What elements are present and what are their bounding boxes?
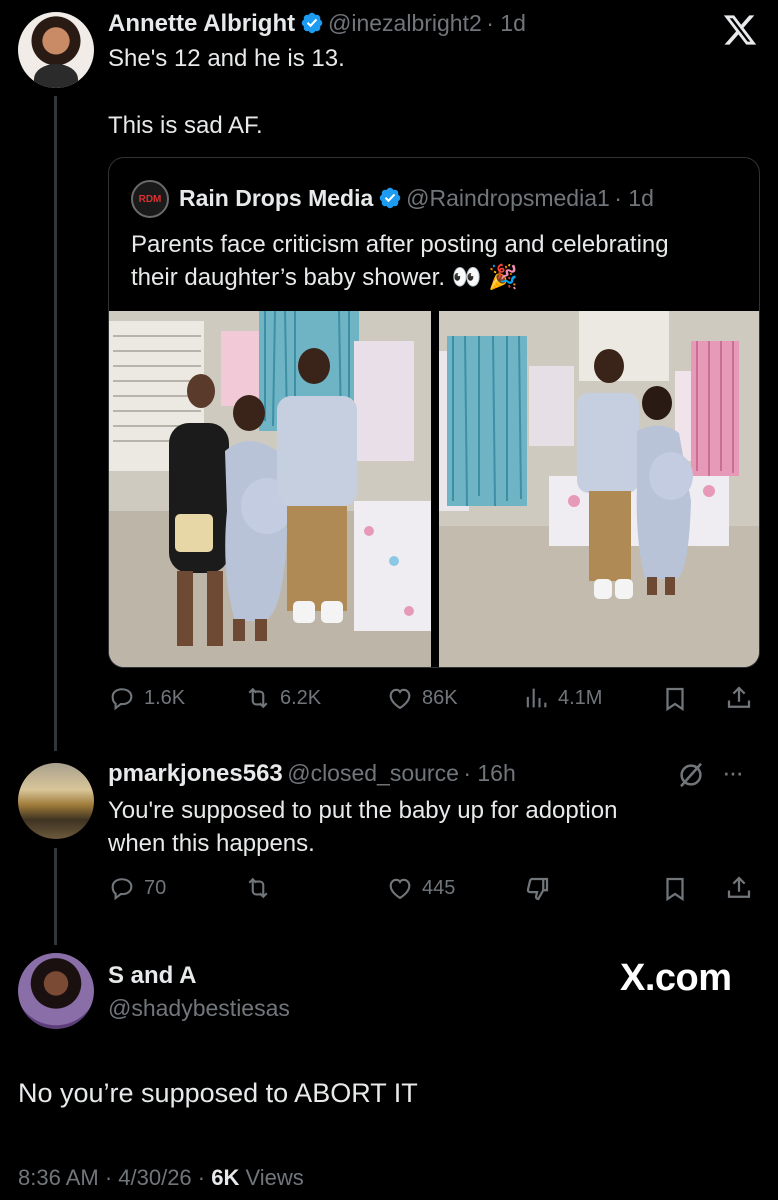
verified-badge-icon [301, 12, 322, 34]
views-stat[interactable]: 4.1M [522, 684, 602, 712]
bookmark-icon[interactable] [660, 684, 690, 714]
tweet3-text: No you’re supposed to ABORT IT [18, 1078, 418, 1108]
thread-line [54, 848, 57, 945]
quoted-tweet-card[interactable]: RDM Rain Drops Media @Raindropsmedia1 · … [108, 157, 760, 668]
like-stat[interactable]: 445 [386, 874, 455, 902]
quote-header: Rain Drops Media @Raindropsmedia1 · 1d [179, 185, 654, 212]
grok-icon[interactable] [676, 760, 706, 790]
author-name[interactable]: pmarkjones563 [108, 760, 283, 787]
dislike-icon[interactable] [522, 874, 552, 904]
timestamp[interactable]: 8:36 AM · 4/30/26 · [18, 1165, 211, 1190]
avatar-shadybesties[interactable] [18, 953, 94, 1029]
tweet1-header: Annette Albright @inezalbright2 · 1d [108, 10, 526, 38]
quote-text-line1: Parents face criticism after posting and… [131, 231, 669, 258]
tweet1-line1: She's 12 and he is 13. [108, 45, 345, 72]
views-count: 6K [211, 1165, 240, 1190]
author-handle[interactable]: @inezalbright2 [328, 10, 482, 36]
like-count: 86K [422, 686, 458, 709]
bookmark-icon[interactable] [660, 874, 690, 904]
quote-avatar[interactable]: RDM [131, 180, 169, 218]
author-name[interactable]: Annette Albright [108, 10, 295, 37]
quote-time[interactable]: · 1d [614, 185, 654, 211]
reply-stat[interactable]: 1.6K [108, 684, 185, 712]
author-name[interactable]: S and A [108, 962, 196, 990]
quote-photo-2[interactable] [439, 311, 759, 667]
thread-line [54, 96, 57, 751]
reply-icon [111, 688, 133, 711]
like-icon [389, 688, 411, 710]
reply-count: 70 [144, 876, 167, 899]
repost-stat[interactable] [244, 874, 272, 902]
tweet2-line2: when this happens. [108, 830, 315, 857]
tweet3-meta: 8:36 AM · 4/30/26 · 6K Views [18, 1165, 304, 1191]
share-icon[interactable] [724, 683, 754, 713]
like-stat[interactable]: 86K [386, 684, 458, 712]
views-label: Views [245, 1165, 304, 1190]
like-count: 445 [422, 876, 456, 899]
repost-icon [248, 877, 268, 899]
x-com-watermark: X.com [620, 957, 732, 999]
views-count: 4.1M [558, 686, 603, 709]
tweet-time[interactable]: · 16h [463, 760, 515, 786]
repost-icon [248, 687, 268, 709]
avatar-pmarkjones[interactable] [18, 763, 94, 839]
verified-badge-icon [379, 187, 400, 209]
author-handle[interactable]: @shadybestiesas [108, 995, 290, 1022]
views-icon [526, 688, 547, 708]
tweet-time[interactable]: · 1d [486, 10, 526, 36]
x-close-icon[interactable] [722, 12, 758, 48]
tweet2-header: pmarkjones563 @closed_source · 16h [108, 760, 516, 788]
more-label: ··· [722, 757, 744, 787]
reply-icon [111, 878, 133, 901]
reply-count: 1.6K [144, 686, 186, 709]
tweet1-line2: This is sad AF. [108, 112, 263, 139]
like-icon [389, 878, 411, 900]
tweet2-line1: You're supposed to put the baby up for a… [108, 797, 618, 824]
repost-count: 6.2K [280, 686, 322, 709]
quote-author-name[interactable]: Rain Drops Media [179, 185, 373, 211]
reply-stat[interactable]: 70 [108, 874, 166, 902]
more-icon[interactable]: ··· [722, 757, 744, 788]
share-icon[interactable] [724, 873, 754, 903]
repost-stat[interactable]: 6.2K [244, 684, 321, 712]
quote-photo-1[interactable] [109, 311, 431, 667]
quote-text-line2: their daughter’s baby shower. 👀 🎉 [131, 264, 519, 291]
quote-author-handle[interactable]: @Raindropsmedia1 [406, 185, 610, 211]
quote-avatar-logo-text: RDM [138, 193, 162, 205]
author-handle[interactable]: @closed_source [287, 760, 459, 786]
avatar-annette[interactable] [18, 12, 94, 88]
